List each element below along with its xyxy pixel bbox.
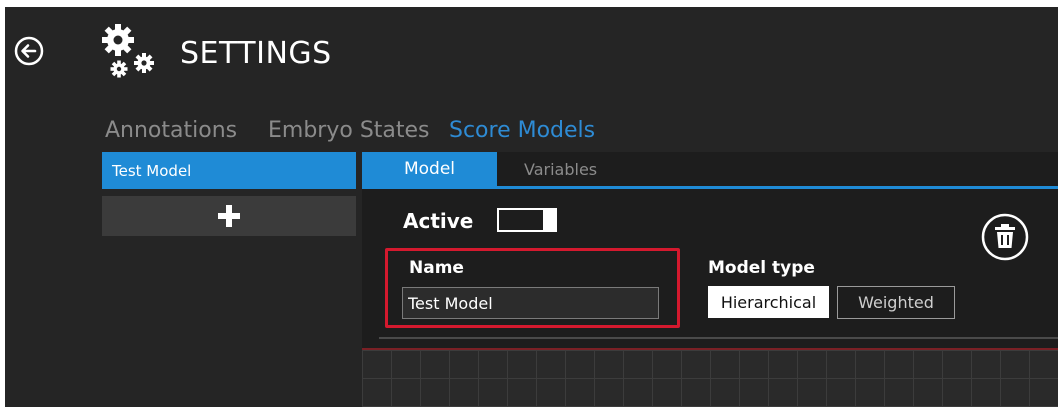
back-arrow-icon[interactable] [14, 36, 44, 66]
active-toggle[interactable] [497, 208, 557, 232]
plus-icon [218, 205, 240, 227]
tab-annotations[interactable]: Annotations [105, 120, 237, 142]
active-label: Active [403, 209, 474, 233]
model-type-weighted-button[interactable]: Weighted [837, 286, 955, 319]
model-list-item[interactable]: Test Model [102, 152, 356, 189]
trash-icon[interactable] [980, 212, 1030, 262]
page-title: SETTINGS [180, 36, 332, 71]
tab-score-models[interactable]: Score Models [449, 120, 595, 142]
tab-underline [362, 186, 1058, 189]
name-field-highlight [385, 248, 680, 328]
toggle-knob [543, 208, 555, 232]
model-type-label: Model type [708, 258, 815, 278]
tab-model[interactable]: Model [362, 152, 497, 186]
pane-divider [379, 337, 1058, 339]
settings-window: SETTINGS Annotations Embryo States Score… [5, 7, 1058, 407]
tab-embryo-states[interactable]: Embryo States [268, 120, 430, 142]
add-model-button[interactable] [102, 196, 356, 236]
model-grid[interactable] [362, 348, 1058, 407]
model-type-hierarchical-button[interactable]: Hierarchical [708, 286, 829, 318]
gears-icon [102, 24, 154, 78]
tab-variables[interactable]: Variables [524, 152, 597, 186]
model-list-item-label: Test Model [112, 161, 192, 180]
